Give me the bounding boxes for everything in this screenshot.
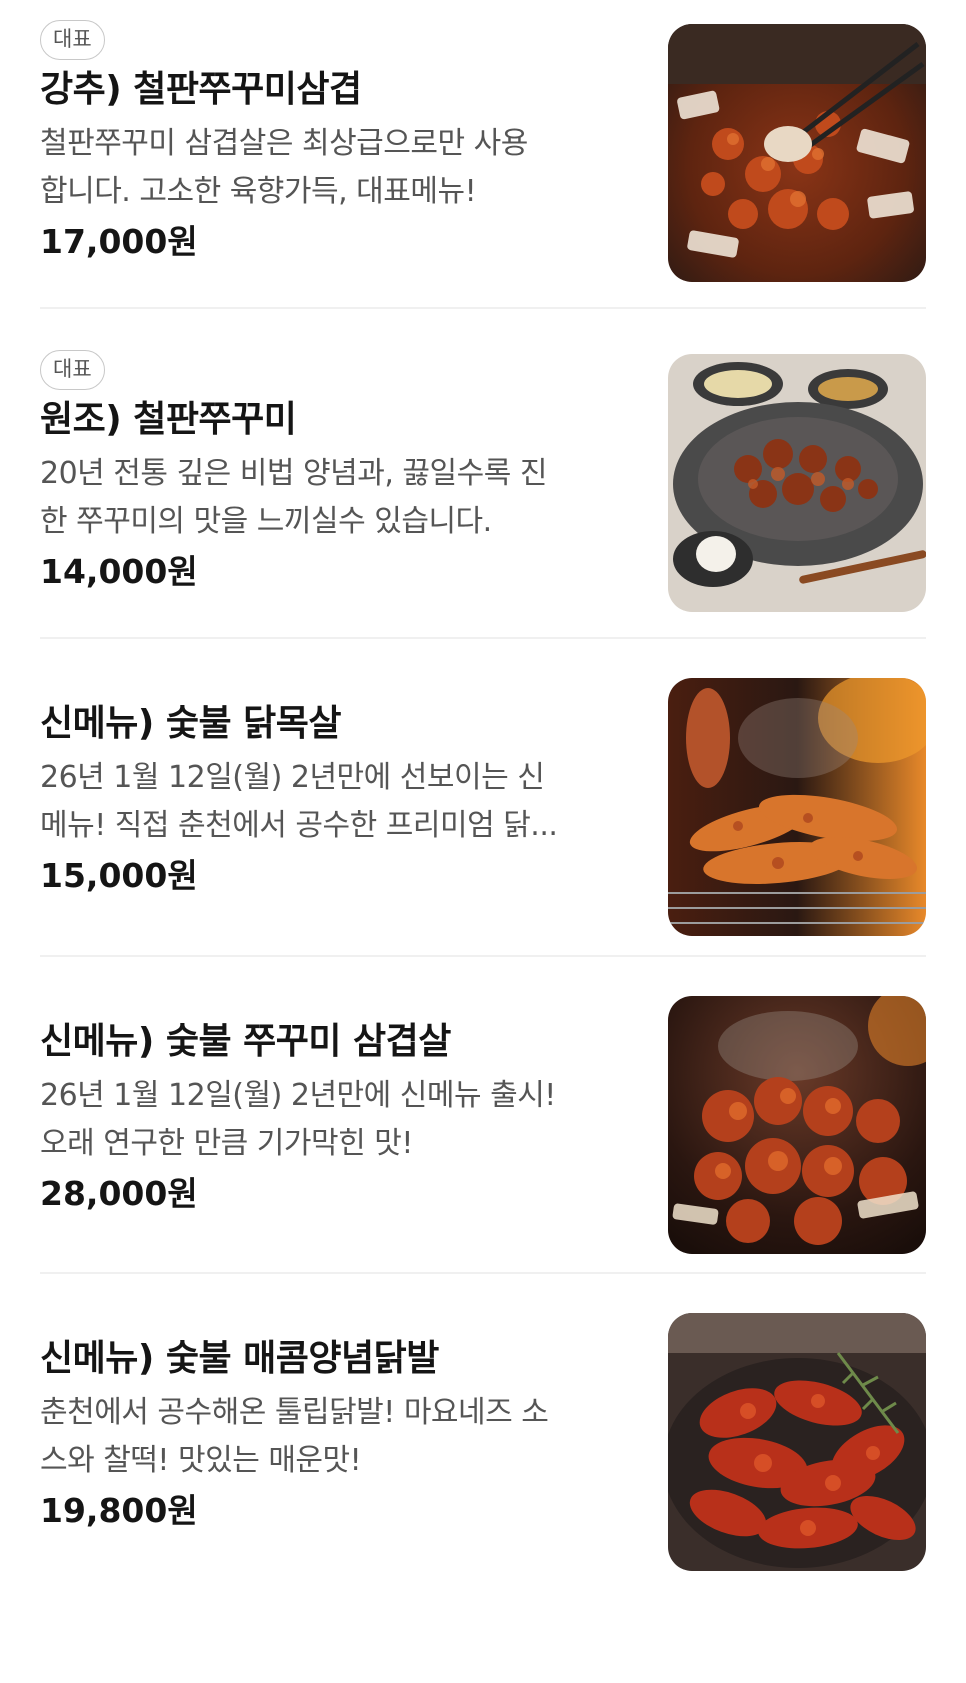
description-line: 합니다. 고소한 육향가득, 대표메뉴! [40, 174, 477, 209]
menu-item-price: 15,000원 [40, 856, 198, 895]
divider [40, 307, 926, 309]
menu-item[interactable]: 신메뉴) 숯불 매콤양념닭발 춘천에서 공수해온 툴립닭발! 마요네즈 소 스와… [0, 1305, 966, 1585]
divider [40, 955, 926, 957]
menu-item-text: 신메뉴) 숯불 쭈꾸미 삼겹살 26년 1월 12일(월) 2년만에 신메뉴 출… [40, 1018, 640, 1216]
menu-item-name: 신메뉴) 숯불 매콤양념닭발 [40, 1338, 439, 1379]
spicy-chicken-feet-photo[interactable] [668, 1313, 926, 1571]
menu-item-text: 신메뉴) 숯불 매콤양념닭발 춘천에서 공수해온 툴립닭발! 마요네즈 소 스와… [40, 1335, 640, 1533]
menu-item-description: 춘천에서 공수해온 툴립닭발! 마요네즈 소 스와 찰떡! 맛있는 매운맛! [40, 1389, 630, 1485]
description-line: 춘천에서 공수해온 툴립닭발! 마요네즈 소 [40, 1395, 549, 1430]
menu-item-text: 대표 강추) 철판쭈꾸미삼겹 철판쭈꾸미 삼겹살은 최상급으로만 사용 합니다.… [40, 20, 640, 264]
menu-item-name: 원조) 철판쭈꾸미 [40, 399, 297, 440]
divider [40, 1272, 926, 1274]
menu-item[interactable]: 대표 원조) 철판쭈꾸미 20년 전통 깊은 비법 양념과, 끓일수록 진 한 … [0, 346, 966, 626]
menu-item-description: 20년 전통 깊은 비법 양념과, 끓일수록 진 한 쭈꾸미의 맛을 느끼실수 … [40, 450, 630, 546]
menu-item-price: 17,000원 [40, 222, 198, 261]
menu-item-name: 강추) 철판쭈꾸미삼겹 [40, 69, 362, 110]
description-line: 26년 1월 12일(월) 2년만에 선보이는 신 [40, 760, 545, 795]
charcoal-chicken-neck-photo[interactable] [668, 678, 926, 936]
menu-item[interactable]: 대표 강추) 철판쭈꾸미삼겹 철판쭈꾸미 삼겹살은 최상급으로만 사용 합니다.… [0, 16, 966, 296]
menu-item-name: 신메뉴) 숯불 쭈꾸미 삼겹살 [40, 1021, 451, 1062]
description-line: 한 쭈꾸미의 맛을 느끼실수 있습니다. [40, 504, 492, 539]
grilled-squid-pork-belly-photo[interactable] [668, 24, 926, 282]
menu-item-price: 28,000원 [40, 1174, 198, 1213]
divider [40, 637, 926, 639]
description-line: 스와 찰떡! 맛있는 매운맛! [40, 1443, 362, 1478]
menu-item-name: 신메뉴) 숯불 닭목살 [40, 703, 341, 744]
charcoal-squid-pork-belly-photo[interactable] [668, 996, 926, 1254]
signature-badge: 대표 [40, 20, 105, 60]
menu-item-description: 26년 1월 12일(월) 2년만에 신메뉴 출시! 오래 연구한 만큼 기가막… [40, 1072, 630, 1168]
menu-item[interactable]: 신메뉴) 숯불 닭목살 26년 1월 12일(월) 2년만에 선보이는 신 메뉴… [0, 670, 966, 940]
menu-item-price: 14,000원 [40, 552, 198, 591]
menu-item[interactable]: 신메뉴) 숯불 쭈꾸미 삼겹살 26년 1월 12일(월) 2년만에 신메뉴 출… [0, 988, 966, 1258]
description-line: 26년 1월 12일(월) 2년만에 신메뉴 출시! [40, 1078, 556, 1113]
menu-item-description: 철판쭈꾸미 삼겹살은 최상급으로만 사용 합니다. 고소한 육향가득, 대표메뉴… [40, 120, 630, 216]
iron-plate-squid-photo[interactable] [668, 354, 926, 612]
description-line: 오래 연구한 만큼 기가막힌 맛! [40, 1126, 413, 1161]
menu-item-text: 신메뉴) 숯불 닭목살 26년 1월 12일(월) 2년만에 선보이는 신 메뉴… [40, 700, 640, 898]
signature-badge: 대표 [40, 350, 105, 390]
description-line: 철판쭈꾸미 삼겹살은 최상급으로만 사용 [40, 126, 528, 161]
description-line: 메뉴! 직접 춘천에서 공수한 프리미엄 닭... [40, 808, 558, 843]
menu-list: 대표 강추) 철판쭈꾸미삼겹 철판쭈꾸미 삼겹살은 최상급으로만 사용 합니다.… [0, 0, 966, 1683]
menu-item-description: 26년 1월 12일(월) 2년만에 선보이는 신 메뉴! 직접 춘천에서 공수… [40, 754, 630, 850]
menu-item-price: 19,800원 [40, 1491, 198, 1530]
description-line: 20년 전통 깊은 비법 양념과, 끓일수록 진 [40, 456, 547, 491]
menu-item-text: 대표 원조) 철판쭈꾸미 20년 전통 깊은 비법 양념과, 끓일수록 진 한 … [40, 350, 640, 594]
